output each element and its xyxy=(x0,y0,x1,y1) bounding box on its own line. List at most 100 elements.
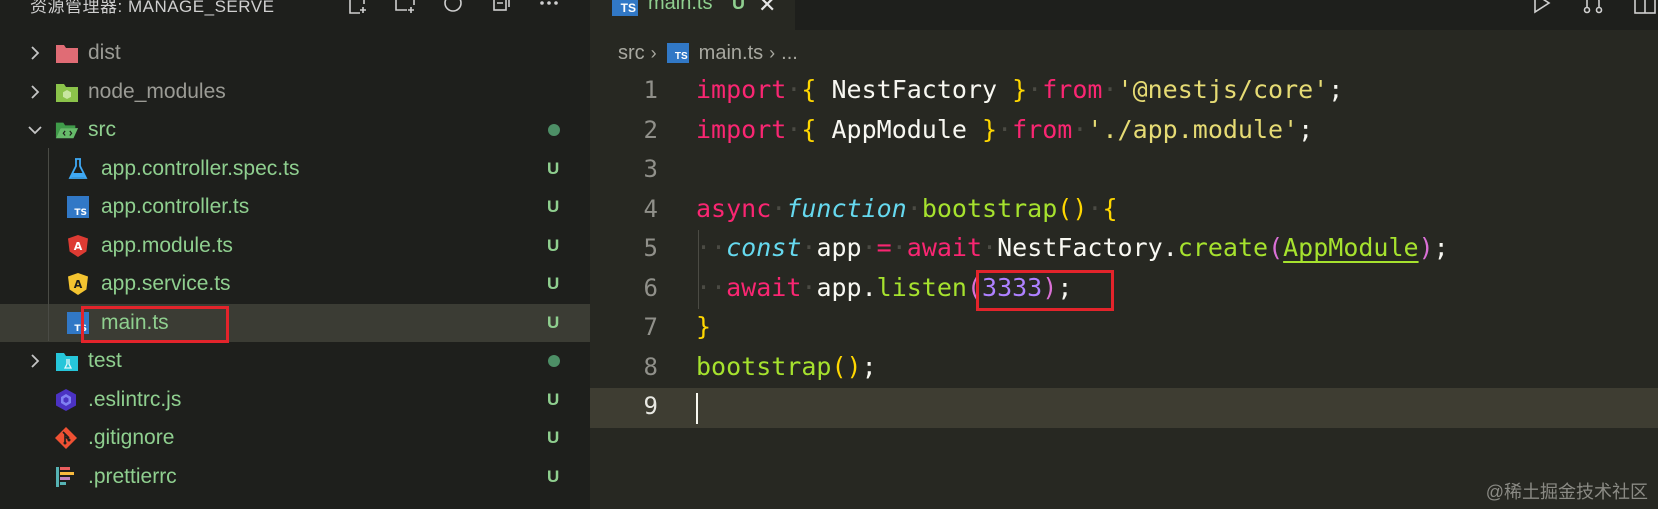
folder-node-icon xyxy=(55,80,79,104)
explorer-title: 资源管理器: MANAGE_SERVE xyxy=(30,0,275,16)
folder-dist-icon xyxy=(55,41,79,65)
tree-item-label: app.module.ts xyxy=(101,233,233,257)
line-number: 8 xyxy=(643,352,658,381)
tree-item-dist[interactable]: dist xyxy=(0,34,590,73)
angular-service-icon: A xyxy=(66,272,90,296)
chevron-down-icon[interactable] xyxy=(26,121,44,139)
git-status-badge: U xyxy=(547,274,560,294)
code-text: import·{ AppModule }·from·'./app.module'… xyxy=(696,114,1314,144)
modified-dot xyxy=(548,124,560,137)
tree-item-label: app.controller.spec.ts xyxy=(101,156,300,180)
git-icon xyxy=(54,426,78,450)
git-status-badge: U xyxy=(547,428,560,448)
code-editor[interactable]: 1 import·{ NestFactory }·from·'@nestjs/c… xyxy=(590,72,1658,428)
tree-item-prettierrc[interactable]: .prettierrc U xyxy=(0,458,590,497)
tree-item-node-modules[interactable]: node_modules xyxy=(0,73,590,112)
eslint-icon xyxy=(54,388,78,412)
tree-item-app-service[interactable]: A app.service.ts U xyxy=(0,265,590,304)
collapse-all-icon[interactable] xyxy=(488,0,514,16)
modified-dot xyxy=(548,355,560,368)
chevron-right-icon[interactable] xyxy=(26,83,44,101)
breadcrumb-more[interactable]: ... xyxy=(781,42,798,65)
editor-actions xyxy=(1528,0,1658,21)
git-status-badge: U xyxy=(547,197,560,217)
chevron-right-icon[interactable] xyxy=(26,44,44,62)
git-status-badge: U xyxy=(547,312,560,332)
close-icon[interactable]: ✕ xyxy=(758,0,776,18)
svg-text:A: A xyxy=(74,278,83,291)
new-folder-icon[interactable] xyxy=(392,0,418,16)
code-text: ··const·app·=·await·NestFactory.create(A… xyxy=(696,233,1449,262)
git-status-badge: U xyxy=(547,158,560,178)
line-number: 4 xyxy=(643,194,658,223)
source-control-icon[interactable] xyxy=(1580,0,1606,21)
code-line: 3 xyxy=(590,151,1658,191)
breadcrumb-file[interactable]: main.ts xyxy=(699,42,763,65)
chevron-right-icon[interactable] xyxy=(26,352,44,370)
tree-item-app-controller-spec[interactable]: app.controller.spec.ts U xyxy=(0,150,590,189)
git-status-badge: U xyxy=(547,235,560,255)
tab-main-ts[interactable]: TS main.ts U ✕ xyxy=(590,0,795,30)
highlight-box-main-ts xyxy=(81,306,229,343)
file-tree: dist node_modules src app.controller.spe… xyxy=(0,34,590,496)
line-number: 2 xyxy=(643,115,658,144)
line-number: 1 xyxy=(643,76,658,104)
code-line: 4 async·function·bootstrap()·{ xyxy=(590,191,1658,231)
chevron-right-icon: › xyxy=(650,42,657,63)
tab-git-status: U xyxy=(732,0,745,13)
tree-item-label: .gitignore xyxy=(88,426,175,450)
tree-indent-guide xyxy=(48,148,49,341)
tree-item-label: .prettierrc xyxy=(88,464,177,488)
line-number: 5 xyxy=(643,234,658,262)
new-file-icon[interactable] xyxy=(344,0,370,16)
typescript-icon: TS xyxy=(666,43,689,63)
tree-item-app-module[interactable]: A app.module.ts U xyxy=(0,227,590,266)
code-line: 5 ··const·app·=·await·NestFactory.create… xyxy=(590,230,1658,270)
tree-item-eslintrc[interactable]: .eslintrc.js U xyxy=(0,381,590,420)
code-text: import·{ NestFactory }·from·'@nestjs/cor… xyxy=(696,75,1344,104)
tree-item-src[interactable]: src xyxy=(0,111,590,150)
flask-icon xyxy=(66,157,90,181)
tree-item-gitignore[interactable]: .gitignore U xyxy=(0,419,590,458)
code-text: async·function·bootstrap()·{ xyxy=(696,193,1118,223)
explorer-actions xyxy=(344,0,562,16)
highlight-box-port xyxy=(976,270,1114,311)
typescript-icon: TS xyxy=(612,0,638,16)
tree-item-test[interactable]: test xyxy=(0,342,590,381)
line-number: 3 xyxy=(643,155,658,183)
git-status-badge: U xyxy=(547,389,560,409)
typescript-icon: TS xyxy=(66,195,90,219)
code-line: 2 import·{ AppModule }·from·'./app.modul… xyxy=(590,112,1658,152)
explorer-header: 资源管理器: MANAGE_SERVE xyxy=(0,0,590,22)
code-line: 8 bootstrap(); xyxy=(590,349,1658,389)
prettier-icon xyxy=(54,465,78,489)
watermark: @稀土掘金技术社区 xyxy=(1485,482,1648,502)
tab-bar: TS main.ts U ✕ xyxy=(590,0,1658,30)
tree-item-app-controller[interactable]: TS app.controller.ts U xyxy=(0,188,590,227)
run-icon[interactable] xyxy=(1528,0,1554,21)
tree-item-label: app.controller.ts xyxy=(101,195,250,219)
tree-item-label: dist xyxy=(88,41,121,65)
more-icon[interactable] xyxy=(536,0,562,16)
folder-src-open-icon xyxy=(55,118,79,142)
chevron-right-icon: › xyxy=(769,42,776,63)
line-number: 9 xyxy=(643,392,658,420)
indent-guide xyxy=(698,230,699,309)
split-editor-icon[interactable] xyxy=(1632,0,1658,21)
code-line: 1 import·{ NestFactory }·from·'@nestjs/c… xyxy=(590,72,1658,112)
tab-label: main.ts xyxy=(648,0,713,14)
code-text: bootstrap(); xyxy=(696,351,877,381)
code-line: 6 ··await·app.listen(3333); xyxy=(590,270,1658,310)
git-status-badge: U xyxy=(547,466,560,486)
line-number: 6 xyxy=(643,273,658,302)
line-number: 7 xyxy=(643,313,658,341)
editor-area: TS main.ts U ✕ src › TS main.ts › ... 1 … xyxy=(590,0,1658,509)
tree-item-label: test xyxy=(88,349,122,373)
refresh-icon[interactable] xyxy=(440,0,466,16)
text-cursor xyxy=(696,393,698,424)
current-line: 9 xyxy=(590,388,1658,428)
tree-item-label: .eslintrc.js xyxy=(88,387,182,411)
tree-item-label: src xyxy=(88,118,116,142)
tree-item-label: node_modules xyxy=(88,79,226,103)
breadcrumb-folder[interactable]: src xyxy=(618,42,645,65)
